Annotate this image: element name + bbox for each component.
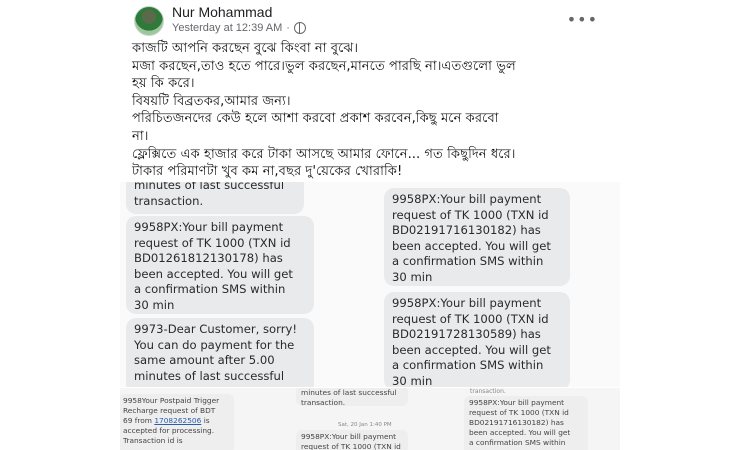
- post-line: হয় কি করে।: [132, 76, 195, 92]
- post-line: বিষয়টি বিব্রতকর,আমার জন্য।: [132, 93, 291, 109]
- sms-line: request of TK 1000 (TXN id: [134, 235, 291, 250]
- post-body: কাজটি আপনি করছেন বুঝে কিংবা না বুঝে। মজা…: [132, 40, 616, 181]
- sms-line: accepted for processing.: [123, 426, 215, 435]
- sms-line: same amount after 5.00: [134, 353, 275, 368]
- sms-line: been accepted. You will get: [134, 266, 293, 281]
- sms-bubble: 9973-Dear Customer, sorry! You can do pa…: [126, 318, 314, 387]
- sms-mini-bubble: 9958PX:Your bill payment request of TK 1…: [296, 430, 408, 450]
- sms-line: Recharge request of BDT: [123, 406, 216, 415]
- author-name[interactable]: Nur Mohammad: [172, 4, 272, 20]
- sms-line: 9958PX:Your bill payment: [301, 432, 397, 441]
- facebook-post: Nur Mohammad Yesterday at 12:39 AM · •••…: [120, 0, 620, 450]
- post-timestamp[interactable]: Yesterday at 12:39 AM: [172, 22, 282, 34]
- post-line: পরিচিতজনদের কেউ হলে আশা করবো প্রকাশ করবে…: [132, 111, 499, 127]
- sms-line: request of TK 1000 (TXN id: [469, 408, 569, 417]
- sms-line: request of TK 1000 (TXN id: [301, 442, 401, 450]
- post-line: কাজটি আপনি করছেন বুঝে কিংবা না বুঝে।: [132, 41, 359, 56]
- sms-line: Transaction id is: [123, 436, 183, 445]
- sms-line: 9958PX:Your bill payment: [392, 296, 542, 310]
- sms-line: BD02191728130589) has: [392, 327, 541, 342]
- sms-line: a confirmation SMS within: [392, 358, 544, 373]
- sms-line: 30 min: [392, 373, 433, 387]
- sms-line: 9958Your Postpaid Trigger: [123, 396, 220, 405]
- sms-mini-bubble: 9958Your Postpaid Trigger Recharge reque…: [120, 394, 234, 450]
- sms-line: a confirmation SMS within: [392, 254, 544, 269]
- more-options-icon[interactable]: •••: [567, 10, 598, 29]
- sms-line: 30 min: [134, 297, 175, 312]
- meta-separator: ·: [286, 22, 290, 34]
- sms-line: 9958PX:Your bill payment: [469, 398, 565, 407]
- sms-line: BD02191716130182) has: [469, 418, 564, 427]
- sms-line: BD01261812130178) has: [134, 251, 283, 266]
- sms-bubble: 9958PX:Your bill payment request of TK 1…: [384, 188, 570, 286]
- sms-line: a confirmation SMS within: [469, 438, 566, 447]
- globe-icon: [293, 22, 306, 34]
- sms-bubble: 9958PX:Your bill payment request of TK 1…: [384, 292, 570, 387]
- sms-line: 9958PX:Your bill payment: [392, 192, 542, 206]
- sms-bubble: 9958PX:Your bill payment request of TK 1…: [126, 216, 314, 314]
- sms-line: minutes of last successful: [134, 368, 285, 383]
- sms-line: transaction.: [470, 388, 506, 395]
- sms-line: minutes of last successful: [134, 182, 285, 192]
- post-line: না।: [132, 128, 149, 144]
- post-line: ফ্লেক্সিতে এক হাজার করে টাকা আসছে আমার ফ…: [132, 146, 516, 162]
- sms-line: BD02191716130182) has: [392, 223, 541, 238]
- sms-line: been accepted. You will get: [469, 428, 571, 437]
- sms-line: transaction.: [301, 398, 346, 407]
- sms-line: been accepted. You will get: [392, 342, 551, 357]
- post-line: টাকার পরিমাণটা খুব কম না,বছর দু'য়েকের খ…: [132, 164, 403, 180]
- sms-line: a confirmation SMS within: [134, 282, 286, 297]
- author-avatar[interactable]: [134, 6, 164, 36]
- sms-line: transaction.: [134, 193, 204, 208]
- sms-line: been accepted. You will get: [392, 238, 551, 253]
- sms-line: 69 from: [123, 416, 152, 425]
- sms-line: request of TK 1000 (TXN id: [392, 207, 549, 222]
- post-line: মজা করছেন,তাও হতে পারে।ভুল করছেন,মানতে প…: [132, 58, 516, 74]
- sms-mini-bubble: 9958PX:Your bill payment request of TK 1…: [464, 396, 588, 450]
- sms-screenshot-image[interactable]: minutes of last successful transaction. …: [120, 182, 620, 387]
- sms-line: request of TK 1000 (TXN id: [392, 311, 549, 326]
- post-meta: Yesterday at 12:39 AM ·: [172, 22, 306, 34]
- sms-mini-bubble: minutes of last successful transaction.: [296, 388, 408, 407]
- sms-screenshot-strip[interactable]: 9958Your Postpaid Trigger Recharge reque…: [120, 388, 620, 450]
- phone-link[interactable]: 1708262506: [154, 416, 201, 425]
- sms-line: 9973-Dear Customer, sorry!: [134, 322, 297, 336]
- sms-line: 30 min: [392, 269, 433, 284]
- message-date: Sat, 20 Jan 1:40 PM: [338, 422, 392, 428]
- sms-line: 9958PX:Your bill payment: [134, 220, 284, 234]
- sms-line: You can do payment for the: [134, 337, 295, 352]
- sms-line: minutes of last successful: [301, 388, 397, 397]
- sms-line: is: [201, 416, 210, 425]
- sms-bubble: minutes of last successful transaction.: [126, 182, 304, 214]
